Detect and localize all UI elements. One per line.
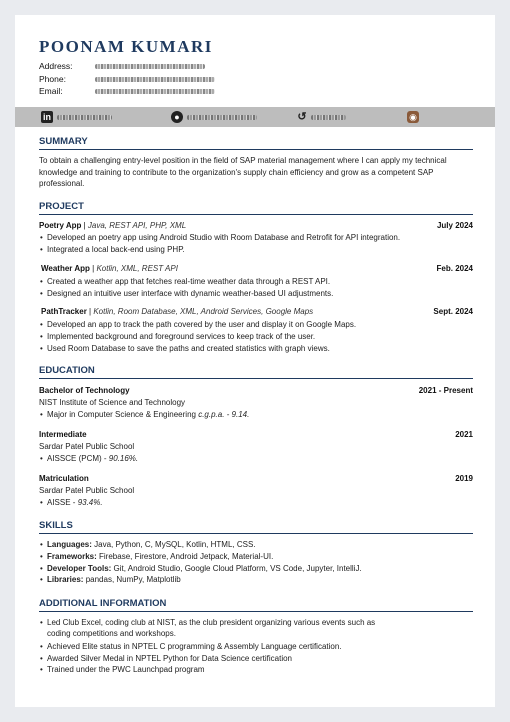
- education-intermediate: Intermediate 2021: [39, 430, 473, 439]
- degree-date: 2021: [455, 430, 473, 439]
- github-icon[interactable]: ●: [171, 111, 183, 123]
- linkedin-icon[interactable]: in: [41, 111, 53, 123]
- grade-value: c.g.p.a. - 9.14.: [198, 410, 250, 419]
- summary-heading: SUMMARY: [39, 136, 473, 150]
- project-pathtracker: PathTracker | Kotlin, Room Database, XML…: [41, 307, 473, 316]
- leetcode-icon[interactable]: ↺: [296, 111, 308, 123]
- grade-value: 90.16%.: [108, 454, 139, 463]
- redacted-github: [187, 115, 257, 120]
- list-item: Trained under the PWC Launchpad program: [40, 664, 467, 676]
- school-name: NIST Institute of Science and Technology: [39, 398, 186, 407]
- resume-page: POONAM KUMARI Address: Phone: Email: in …: [15, 15, 495, 707]
- links-bar: in ● ↺ ◉: [15, 107, 495, 127]
- degree-title: Matriculation: [39, 474, 89, 483]
- project-title: Poetry App: [39, 221, 82, 230]
- list-item: Developer Tools: Git, Android Studio, Go…: [40, 563, 467, 575]
- list-item-continuation: coding competitions and workshops.: [47, 629, 176, 638]
- skill-label: Developer Tools:: [47, 564, 112, 573]
- project-date: July 2024: [436, 221, 473, 230]
- list-item: AISSE - 93.4%.: [40, 497, 467, 509]
- skill-label: Libraries:: [47, 575, 84, 584]
- list-item: Libraries: pandas, NumPy, Matplotlib: [40, 574, 467, 586]
- list-item: Used Room Database to save the paths and…: [40, 343, 467, 355]
- education-btech: Bachelor of Technology 2021 - Present: [39, 386, 473, 395]
- redacted-leetcode: [311, 115, 346, 120]
- list-item: Designed an intuitive user interface wit…: [40, 288, 467, 300]
- list-item: Awarded Silver Medal in NPTEL Python for…: [40, 653, 467, 665]
- grade-value: 93.4%.: [77, 498, 103, 507]
- redacted-email: [95, 89, 215, 95]
- phone-label: Phone:: [39, 74, 66, 84]
- grade-text: AISSE -: [47, 498, 78, 507]
- list-item: AISSCE (PCM) - 90.16%.: [40, 453, 467, 465]
- skill-label: Frameworks:: [47, 552, 97, 561]
- school-name: Sardar Patel Public School: [39, 442, 135, 451]
- summary-text: To obtain a challenging entry-level posi…: [39, 156, 447, 188]
- list-item: Achieved Elite status in NPTEL C program…: [40, 641, 467, 653]
- skill-label: Languages:: [47, 540, 92, 549]
- project-date: Feb. 2024: [436, 264, 473, 273]
- list-item: Developed an app to track the path cover…: [40, 319, 467, 331]
- skill-value: Git, Android Studio, Google Cloud Platfo…: [111, 564, 362, 573]
- project-heading: PROJECT: [39, 201, 473, 215]
- skills-heading: SKILLS: [39, 520, 473, 534]
- degree-title: Bachelor of Technology: [39, 386, 130, 395]
- address-row: Address:: [39, 61, 205, 71]
- skill-value: pandas, NumPy, Matplotlib: [83, 575, 181, 584]
- project-tech: Kotlin, Room Database, XML, Android Serv…: [93, 307, 314, 316]
- phone-row: Phone:: [39, 74, 215, 84]
- list-item: Created a weather app that fetches real-…: [40, 276, 467, 288]
- list-item: Developed an poetry app using Android St…: [40, 232, 467, 244]
- project-title: PathTracker: [41, 307, 87, 316]
- redacted-address: [95, 64, 205, 70]
- project-tech: Java, REST API, PHP, XML: [87, 221, 187, 230]
- list-item: Languages: Java, Python, C, MySQL, Kotli…: [40, 539, 467, 551]
- education-heading: EDUCATION: [39, 365, 473, 379]
- project-tech: Kotlin, XML, REST API: [96, 264, 178, 273]
- list-item: Integrated a local back-end using PHP.: [40, 244, 467, 256]
- address-label: Address:: [39, 61, 73, 71]
- list-item: Led Club Excel, coding club at NIST, as …: [40, 617, 467, 629]
- email-row: Email:: [39, 86, 215, 96]
- project-date: Sept. 2024: [433, 307, 473, 316]
- list-item: Implemented background and foreground se…: [40, 331, 467, 343]
- grade-text: Major in Computer Science & Engineering: [47, 410, 199, 419]
- skill-value: Java, Python, C, MySQL, Kotlin, HTML, CS…: [91, 540, 256, 549]
- school-name: Sardar Patel Public School: [39, 486, 135, 495]
- codechef-icon[interactable]: ◉: [407, 111, 419, 123]
- degree-date: 2019: [455, 474, 473, 483]
- email-label: Email:: [39, 86, 63, 96]
- list-item: Major in Computer Science & Engineering …: [40, 409, 467, 421]
- project-title: Weather App: [41, 264, 90, 273]
- list-item: Frameworks: Firebase, Firestore, Android…: [40, 551, 467, 563]
- skill-value: Firebase, Firestore, Android Jetpack, Ma…: [96, 552, 274, 561]
- grade-text: AISSCE (PCM) -: [47, 454, 109, 463]
- degree-date: 2021 - Present: [418, 386, 473, 395]
- additional-heading: ADDITIONAL INFORMATION: [39, 598, 473, 612]
- education-matriculation: Matriculation 2019: [39, 474, 473, 483]
- candidate-name: POONAM KUMARI: [39, 37, 213, 56]
- project-poetry: Poetry App | Java, REST API, PHP, XML Ju…: [39, 221, 473, 230]
- degree-title: Intermediate: [39, 430, 87, 439]
- redacted-phone: [95, 77, 215, 83]
- project-weather: Weather App | Kotlin, XML, REST API Feb.…: [41, 264, 473, 273]
- redacted-linkedin: [57, 115, 112, 120]
